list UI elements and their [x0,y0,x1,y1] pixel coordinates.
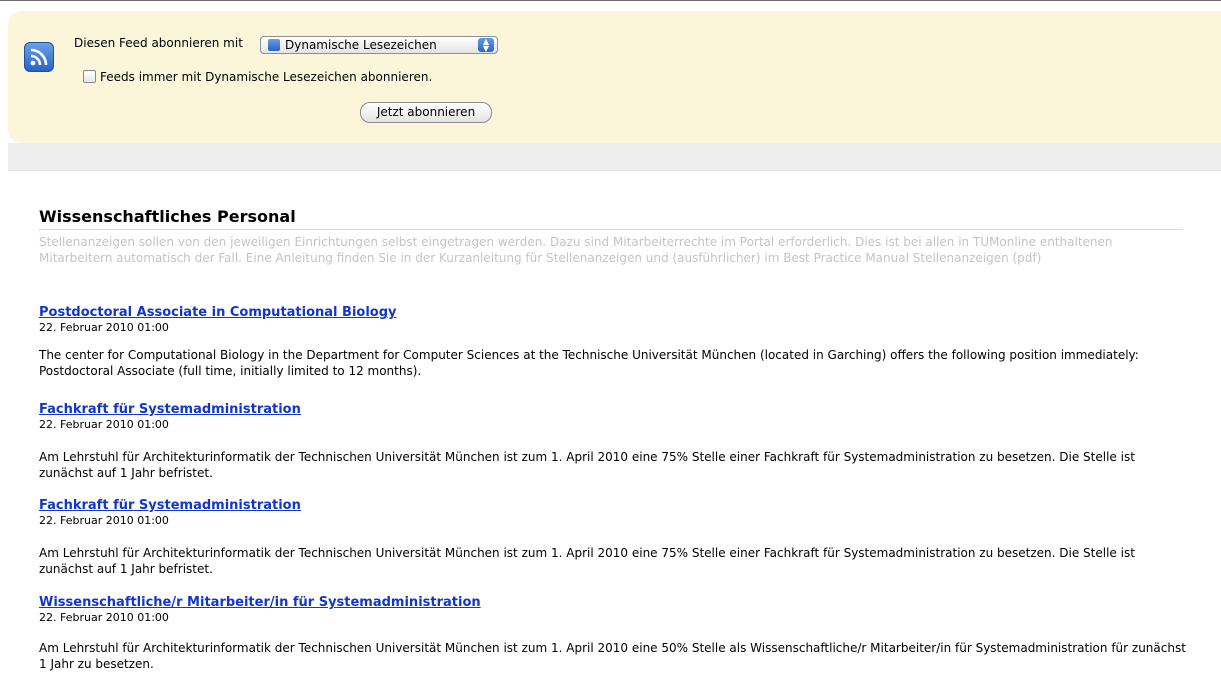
entry-date: 22. Februar 2010 01:00 [39,321,169,334]
feed-icon [24,42,54,72]
feed-description: Stellenanzeigen sollen von den jeweilige… [39,235,1113,265]
reader-selected-value: Dynamische Lesezeichen [285,38,437,52]
entry-date: 22. Februar 2010 01:00 [39,514,169,527]
entry-body: Am Lehrstuhl für Architekturinformatik d… [39,450,1135,480]
entry-body: Am Lehrstuhl für Architekturinformatik d… [39,641,1186,671]
subscribe-label: Diesen Feed abonnieren mit [74,36,243,50]
feed-reader-select[interactable]: Dynamische Lesezeichen ▲ ▼ [260,36,498,54]
chevron-up-down-icon[interactable]: ▲ ▼ [478,38,494,53]
feed-title: Wissenschaftliches Personal [39,207,296,226]
panel-divider-strip [8,143,1221,171]
title-divider [39,229,1183,230]
entry-title-link[interactable]: Fachkraft für Systemadministration [39,402,301,418]
entry-body: The center for Computational Biology in … [39,348,1139,378]
always-use-row: Feeds immer mit Dynamische Lesezeichen a… [83,69,432,85]
entry-date: 22. Februar 2010 01:00 [39,418,169,431]
entry-body: Am Lehrstuhl für Architekturinformatik d… [39,546,1135,576]
always-use-checkbox[interactable] [83,70,96,83]
entry-title-link[interactable]: Postdoctoral Associate in Computational … [39,305,397,321]
entry-date: 22. Februar 2010 01:00 [39,611,169,624]
entry-title-link[interactable]: Fachkraft für Systemadministration [39,498,301,514]
entry-title-link[interactable]: Wissenschaftliche/r Mitarbeiter/in für S… [39,595,481,611]
reader-feed-icon [268,39,280,51]
top-border [0,0,1221,1]
subscribe-now-button[interactable]: Jetzt abonnieren [360,102,492,123]
always-use-label: Feeds immer mit Dynamische Lesezeichen a… [100,70,433,84]
